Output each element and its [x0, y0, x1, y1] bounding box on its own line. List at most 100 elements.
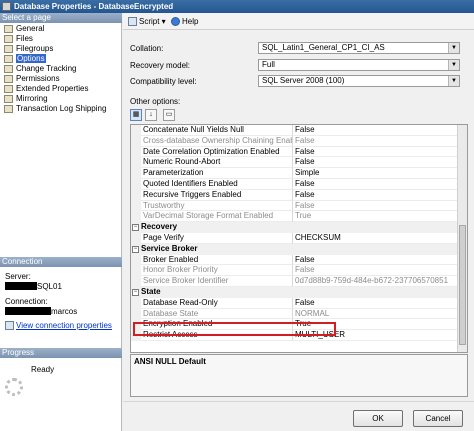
- page-item-files[interactable]: Files: [0, 34, 122, 44]
- chevron-down-icon[interactable]: ▼: [448, 76, 459, 86]
- grid-row-gutter: [131, 168, 141, 179]
- grid-row[interactable]: VarDecimal Storage Format Enabled True: [131, 211, 458, 223]
- property-value[interactable]: False: [293, 298, 458, 309]
- property-name: Numeric Round-Abort: [141, 157, 293, 169]
- redaction-block: [5, 307, 51, 315]
- page-item-transaction-log-shipping[interactable]: Transaction Log Shipping: [0, 104, 122, 114]
- grid-row-gutter: [131, 276, 141, 287]
- alphabetical-icon[interactable]: ↓: [145, 109, 157, 121]
- grid-row[interactable]: Cross-database Ownership Chaining Enable…: [131, 135, 458, 147]
- grid-row-gutter: [131, 200, 141, 212]
- help-button[interactable]: Help: [171, 16, 198, 27]
- chevron-down-icon[interactable]: ▼: [448, 43, 459, 53]
- left-pane: Select a page General Files Filegroups Opti…: [0, 13, 122, 431]
- page-item-general[interactable]: General: [0, 24, 122, 34]
- property-name: Cross-database Ownership Chaining Enable…: [141, 135, 293, 147]
- grid-row[interactable]: Parameterization Simple: [131, 168, 458, 179]
- property-value[interactable]: CHECKSUM: [293, 233, 458, 244]
- collapse-icon[interactable]: −: [132, 245, 139, 253]
- collation-combo[interactable]: SQL_Latin1_General_CP1_CI_AS ▼: [258, 42, 460, 54]
- page-item-mirroring[interactable]: Mirroring: [0, 94, 122, 104]
- page-item-extended-properties[interactable]: Extended Properties: [0, 84, 122, 94]
- recovery-model-combo[interactable]: Full ▼: [258, 59, 460, 71]
- grid-row-gutter: [131, 265, 141, 277]
- view-connection-properties-link[interactable]: View connection properties: [5, 321, 112, 331]
- property-value[interactable]: 0d7d88b9-759d-484e-b672-237706570851: [293, 276, 458, 287]
- property-value[interactable]: False: [293, 157, 458, 169]
- property-value[interactable]: False: [293, 255, 458, 266]
- page-item-label: Permissions: [16, 74, 60, 83]
- grid-row-gutter: [131, 330, 141, 341]
- page-item-label: Mirroring: [16, 94, 48, 103]
- collation-label: Collation:: [130, 44, 164, 53]
- property-value[interactable]: NORMAL: [293, 309, 458, 320]
- property-value[interactable]: Simple: [293, 168, 458, 179]
- property-value[interactable]: True: [293, 319, 458, 331]
- page-item-change-tracking[interactable]: Change Tracking: [0, 64, 122, 74]
- properties-icon: [5, 321, 14, 330]
- compatibility-level-combo[interactable]: SQL Server 2008 (100) ▼: [258, 75, 460, 87]
- page-item-options[interactable]: Options: [0, 54, 122, 64]
- property-value[interactable]: False: [293, 147, 458, 158]
- chevron-down-icon[interactable]: ▼: [448, 60, 459, 70]
- grid-row-gutter: [131, 254, 141, 266]
- grid-row[interactable]: Quoted Identifiers Enabled False: [131, 178, 458, 190]
- grid-row[interactable]: Date Correlation Optimization Enabled Fal…: [131, 146, 458, 158]
- grid-row-gutter: [131, 319, 141, 331]
- property-value[interactable]: False: [293, 201, 458, 212]
- grid-category[interactable]: − Recovery: [131, 222, 458, 233]
- grid-row[interactable]: Concatenate Null Yields Null False: [131, 125, 458, 136]
- page-list: General Files Filegroups Options Change Trac…: [0, 24, 122, 114]
- server-value: SQL01: [5, 282, 62, 292]
- help-icon: [171, 17, 180, 26]
- collapse-icon[interactable]: −: [132, 224, 139, 232]
- page-item-label: Filegroups: [16, 44, 54, 53]
- page-item-permissions[interactable]: Permissions: [0, 74, 122, 84]
- grid-scrollbar[interactable]: [457, 125, 467, 352]
- grid-row[interactable]: Restrict Access MULTI_USER: [131, 330, 458, 341]
- property-grid: Concatenate Null Yields Null False Cross-d…: [130, 124, 468, 353]
- ok-button[interactable]: OK: [353, 410, 403, 427]
- property-value[interactable]: False: [293, 265, 458, 277]
- property-grid-rows: Concatenate Null Yields Null False Cross-d…: [131, 125, 458, 341]
- collapse-icon[interactable]: −: [132, 288, 139, 296]
- grid-row[interactable]: Trustworthy False: [131, 200, 458, 212]
- property-value[interactable]: True: [293, 211, 458, 223]
- database-icon: [2, 2, 11, 11]
- property-value[interactable]: MULTI_USER: [293, 330, 458, 341]
- page-icon: [4, 75, 13, 83]
- property-name: Database Read-Only: [141, 297, 293, 309]
- categorized-icon[interactable]: ▦: [130, 109, 142, 121]
- recovery-model-label: Recovery model:: [130, 61, 191, 70]
- grid-row-gutter: [131, 178, 141, 190]
- grid-row[interactable]: Database Read-Only False: [131, 297, 458, 309]
- grid-row[interactable]: Honor Broker Priority False: [131, 265, 458, 277]
- grid-row[interactable]: Numeric Round-Abort False: [131, 157, 458, 169]
- property-value[interactable]: False: [293, 125, 458, 136]
- property-value[interactable]: False: [293, 136, 458, 147]
- grid-category[interactable]: − Service Broker: [131, 243, 458, 255]
- grid-category-label: State: [141, 286, 161, 296]
- property-pages-icon[interactable]: ▭: [163, 109, 175, 121]
- grid-category[interactable]: − State: [131, 286, 458, 298]
- scrollbar-thumb[interactable]: [459, 225, 466, 345]
- property-value[interactable]: False: [293, 179, 458, 190]
- grid-row[interactable]: Encryption Enabled True: [131, 319, 458, 331]
- property-name: Concatenate Null Yields Null: [141, 125, 293, 136]
- toolbar: Script ▾ Help: [123, 13, 474, 30]
- grid-row-gutter: [131, 308, 141, 320]
- connection-header: Connection: [0, 257, 122, 267]
- page-icon: [4, 105, 13, 113]
- grid-row[interactable]: Database State NORMAL: [131, 308, 458, 320]
- page-item-filegroups[interactable]: Filegroups: [0, 44, 122, 54]
- grid-row[interactable]: Service Broker Identifier 0d7d88b9-759d-4…: [131, 276, 458, 287]
- recovery-model-value: Full: [262, 60, 275, 69]
- cancel-button[interactable]: Cancel: [413, 410, 463, 427]
- grid-row[interactable]: Recursive Triggers Enabled False: [131, 189, 458, 201]
- grid-row[interactable]: Broker Enabled False: [131, 254, 458, 266]
- view-connection-properties-text[interactable]: View connection properties: [16, 321, 112, 330]
- page-icon: [4, 95, 13, 103]
- grid-row[interactable]: Page Verify CHECKSUM: [131, 232, 458, 244]
- script-button[interactable]: Script ▾: [128, 16, 166, 27]
- property-value[interactable]: False: [293, 190, 458, 201]
